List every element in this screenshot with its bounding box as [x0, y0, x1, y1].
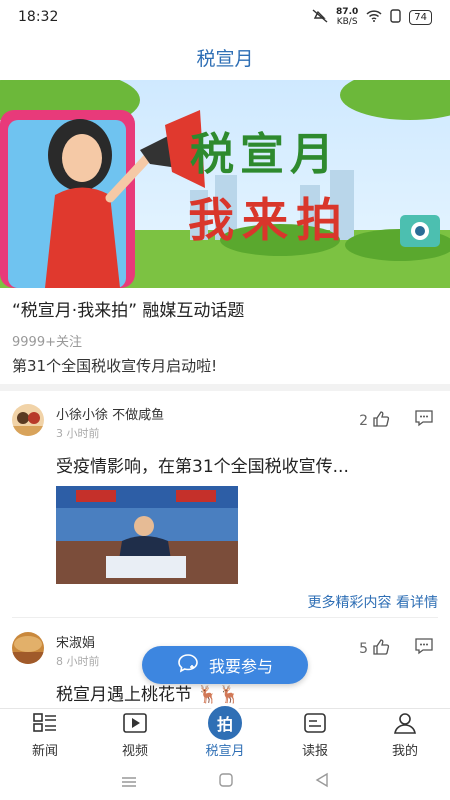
banner-title-line2: 我来拍: [188, 193, 350, 247]
sim-icon: [390, 8, 401, 26]
avatar[interactable]: [12, 404, 44, 436]
menu-icon[interactable]: [120, 773, 138, 792]
like-button[interactable]: 2: [359, 410, 390, 432]
post-image[interactable]: [56, 486, 238, 584]
newspaper-icon: [302, 712, 328, 740]
post-text-content: 税宣月遇上桃花节: [56, 685, 192, 705]
comment-icon[interactable]: [414, 637, 434, 659]
post-time: 8 小时前: [56, 655, 100, 668]
tab-label: 我的: [391, 744, 418, 759]
topic-followers: 9999+关注: [12, 335, 82, 350]
like-count: 2: [359, 413, 368, 429]
status-bar: 18:32 87.0 KB/S 74: [0, 0, 450, 34]
section-divider: [0, 384, 450, 391]
topic-description: 第31个全国税收宣传月启动啦!: [12, 357, 218, 375]
home-icon[interactable]: [218, 772, 234, 792]
banner-title-line1: 税宣月: [190, 129, 340, 180]
thumbs-up-icon: [372, 638, 390, 660]
tab-profile[interactable]: 我的: [360, 709, 450, 765]
post-time: 3 小时前: [56, 427, 100, 440]
tab-newspaper[interactable]: 读报: [270, 709, 360, 765]
tab-label: 视频: [121, 744, 148, 759]
more-details-link[interactable]: 更多精彩内容 看详情: [308, 592, 438, 612]
avatar[interactable]: [12, 632, 44, 664]
mute-icon: [312, 8, 328, 26]
post-author[interactable]: 宋淑娟: [56, 632, 95, 651]
tab-news[interactable]: 新闻: [0, 709, 90, 765]
news-icon: [32, 712, 58, 740]
join-button-label: 我要参与: [208, 657, 273, 676]
system-nav-bar: [0, 764, 450, 800]
topic-banner[interactable]: 税宣月 我来拍: [0, 80, 450, 288]
tab-label: 新闻: [31, 744, 58, 759]
wifi-icon: [366, 9, 382, 25]
status-icons: 87.0 KB/S 74: [312, 7, 432, 27]
post-divider: [12, 617, 438, 618]
thumbs-up-icon: [372, 410, 390, 432]
chat-plus-icon: [177, 653, 199, 677]
topic-title: “税宣月·我来拍” 融媒互动话题: [12, 301, 245, 321]
tab-video[interactable]: 视频: [90, 709, 180, 765]
page-title: 税宣月: [0, 34, 450, 81]
tab-tax-month[interactable]: 拍 税宣月: [180, 703, 270, 765]
comment-icon[interactable]: [414, 409, 434, 431]
back-icon[interactable]: [314, 772, 330, 792]
join-button[interactable]: 我要参与: [142, 646, 308, 684]
post-text[interactable]: 受疫情影响，在第31个全国税收宣传...: [56, 452, 349, 477]
status-time: 18:32: [18, 9, 59, 25]
photo-icon: 拍: [205, 703, 245, 743]
network-speed: 87.0 KB/S: [336, 7, 359, 27]
like-button[interactable]: 5: [359, 638, 390, 660]
post-author[interactable]: 小徐小徐 不做咸鱼: [56, 404, 164, 423]
tab-label: 读报: [301, 744, 328, 759]
deer-emoji-icon: 🦌🦌: [197, 685, 240, 705]
bottom-tab-bar: 新闻 视频 拍 税宣月 读报 我的: [0, 703, 450, 765]
video-icon: [122, 712, 148, 740]
profile-icon: [392, 712, 418, 740]
like-count: 5: [359, 641, 368, 657]
battery-indicator: 74: [409, 9, 432, 25]
